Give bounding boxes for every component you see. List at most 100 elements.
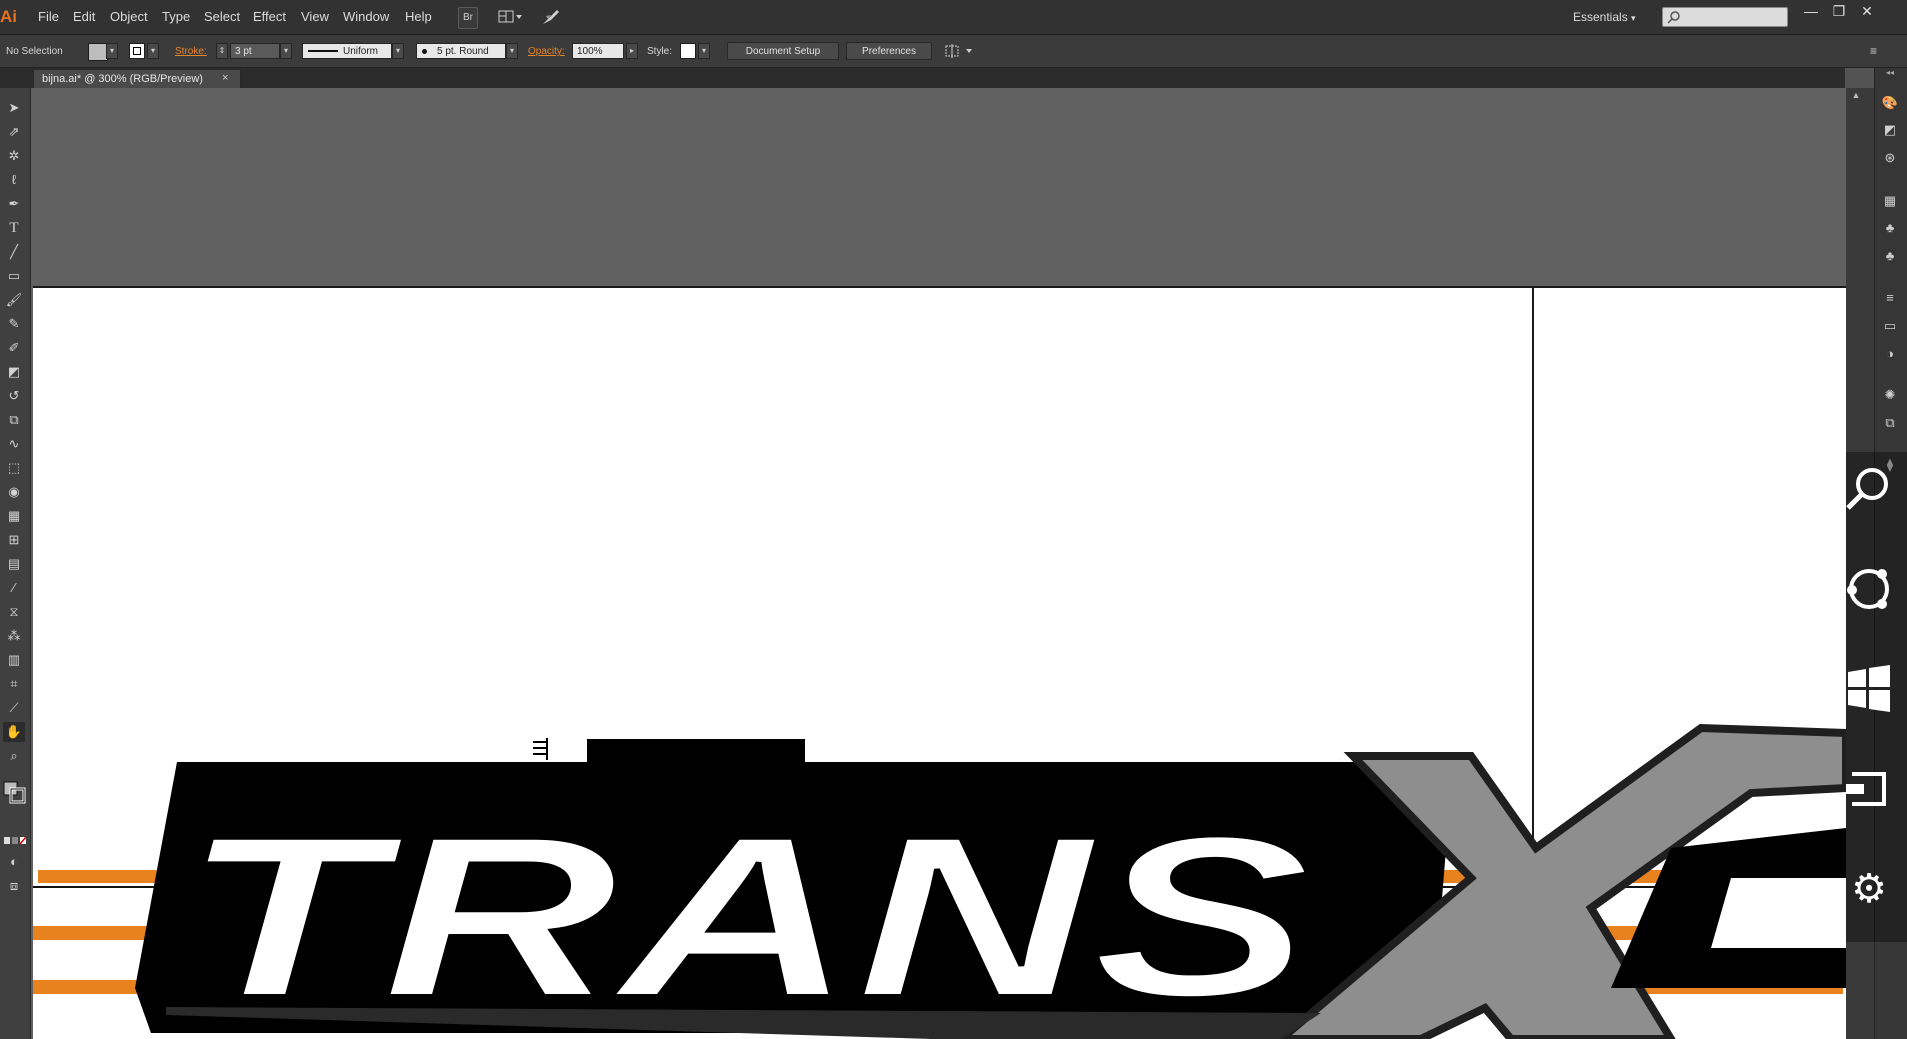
color-guide-icon[interactable]: ◩: [1877, 119, 1903, 141]
scroll-up-arrow[interactable]: ▲: [1850, 90, 1862, 100]
help-search-input[interactable]: [1662, 7, 1788, 27]
rotate-tool-icon[interactable]: ↺: [3, 386, 25, 406]
scale-tool-icon[interactable]: ⧉: [3, 410, 25, 430]
stroke-label[interactable]: Stroke:: [175, 46, 207, 57]
menu-type[interactable]: Type: [162, 9, 190, 24]
window-minimize-button[interactable]: —: [1799, 3, 1823, 19]
gradient-panel-icon[interactable]: ▭: [1877, 315, 1903, 337]
drawing-mode-icon[interactable]: ◐: [3, 852, 25, 872]
line-segment-tool-icon[interactable]: ╱: [3, 242, 25, 262]
menu-window[interactable]: Window: [343, 9, 389, 24]
color-mode-buttons[interactable]: [3, 836, 27, 846]
start-charm-icon[interactable]: [1842, 662, 1896, 716]
appearance-panel-icon[interactable]: ✺: [1877, 384, 1903, 406]
align-options-button[interactable]: [944, 43, 974, 59]
brush-definition-field[interactable]: 5 pt. Round: [416, 43, 506, 59]
dock-collapse-icon[interactable]: ◂◂: [1886, 68, 1900, 78]
stroke-profile-dropdown[interactable]: ▾: [392, 43, 404, 59]
brushes-icon[interactable]: ♣: [1877, 217, 1903, 239]
lasso-tool-icon[interactable]: ℓ: [3, 170, 25, 190]
settings-charm-icon[interactable]: ⚙: [1842, 862, 1896, 916]
menu-effect[interactable]: Effect: [253, 9, 286, 24]
stroke-weight-stepper[interactable]: ⇕: [216, 43, 228, 59]
graphic-style-dropdown[interactable]: ▾: [698, 43, 710, 59]
paintbrush-tool-icon[interactable]: 🖌: [3, 290, 25, 310]
share-charm-icon[interactable]: [1842, 562, 1896, 616]
fill-swatch[interactable]: [88, 43, 108, 61]
arrange-documents-button[interactable]: [498, 7, 524, 27]
zoom-tool-icon[interactable]: ⌕: [3, 746, 25, 766]
transparency-panel-icon[interactable]: ◑: [1877, 343, 1903, 365]
search-charm-svg: [1846, 468, 1888, 510]
window-restore-button[interactable]: ❐: [1827, 3, 1851, 19]
menu-edit[interactable]: Edit: [73, 9, 95, 24]
canvas[interactable]: TRANS: [31, 88, 1846, 1039]
fill-stroke-widget[interactable]: [3, 778, 27, 804]
warp-tool-icon[interactable]: ∿: [3, 434, 25, 454]
preferences-button[interactable]: Preferences: [846, 42, 932, 60]
perspective-grid-tool-icon[interactable]: ▦: [3, 506, 25, 526]
rectangle-tool-icon[interactable]: ▭: [3, 266, 25, 286]
panel-menu-icon[interactable]: ≡: [1870, 44, 1886, 58]
stroke-profile-preview: [308, 50, 338, 52]
menu-help[interactable]: Help: [405, 9, 432, 24]
stroke-panel-icon[interactable]: ≡: [1877, 287, 1903, 309]
brush-dot-icon: [422, 49, 427, 54]
document-tab[interactable]: bijna.ai* @ 300% (RGB/Preview): [33, 69, 241, 88]
search-charm-icon[interactable]: [1842, 462, 1896, 516]
mesh-tool-icon[interactable]: ⊞: [3, 530, 25, 550]
blend-tool-icon[interactable]: ⧖: [3, 602, 25, 622]
artwork[interactable]: TRANS: [31, 88, 1846, 1039]
hand-tool-icon[interactable]: ✋: [3, 722, 25, 742]
stroke-weight-field[interactable]: 3 pt: [230, 43, 280, 59]
swatches-icon[interactable]: ▦: [1877, 190, 1903, 212]
chevron-down-icon: ▾: [1631, 13, 1636, 23]
menu-view[interactable]: View: [301, 9, 329, 24]
free-transform-tool-icon[interactable]: ⬚: [3, 458, 25, 478]
devices-charm-icon[interactable]: [1842, 762, 1896, 816]
artboard-tool-icon[interactable]: ⌗: [3, 674, 25, 694]
symbol-sprayer-tool-icon[interactable]: ⁂: [3, 626, 25, 646]
column-graph-tool-icon[interactable]: ▥: [3, 650, 25, 670]
selection-tool-icon[interactable]: ➤: [3, 98, 25, 118]
eyedropper-tool-icon[interactable]: ⁄: [3, 578, 25, 598]
window-close-button[interactable]: ✕: [1855, 3, 1879, 19]
fill-dropdown[interactable]: ▾: [106, 43, 118, 59]
color-panel-icon[interactable]: 🎨: [1877, 92, 1903, 114]
share-charm-svg: [1847, 569, 1889, 609]
opacity-field[interactable]: 100%: [572, 43, 624, 59]
document-tab-title: bijna.ai* @ 300% (RGB/Preview): [42, 73, 203, 85]
opacity-slider-button[interactable]: ▸: [626, 43, 638, 59]
bridge-button[interactable]: Br: [458, 7, 478, 29]
type-tool-icon[interactable]: T: [3, 218, 25, 238]
shape-builder-tool-icon[interactable]: ◉: [3, 482, 25, 502]
graphic-styles-icon[interactable]: ⧉: [1877, 412, 1903, 434]
tab-close-button[interactable]: ×: [222, 72, 228, 84]
eraser-tool-icon[interactable]: ◩: [3, 362, 25, 382]
menu-object[interactable]: Object: [110, 9, 148, 24]
document-setup-button[interactable]: Document Setup: [727, 42, 839, 60]
screen-mode-icon[interactable]: ⧈: [3, 876, 25, 896]
opacity-label[interactable]: Opacity:: [528, 46, 565, 57]
search-icon: [1667, 11, 1680, 24]
symbols-icon[interactable]: ♣: [1877, 245, 1903, 267]
graphic-style-swatch[interactable]: [680, 43, 696, 59]
brush-dropdown[interactable]: ▾: [506, 43, 518, 59]
kuler-icon[interactable]: ⊛: [1877, 147, 1903, 169]
stroke-weight-dropdown[interactable]: ▾: [280, 43, 292, 59]
slice-tool-icon[interactable]: ⟋: [3, 698, 25, 718]
style-label: Style:: [647, 46, 673, 57]
gradient-tool-icon[interactable]: ▤: [3, 554, 25, 574]
blob-brush-tool-icon[interactable]: ✐: [3, 338, 25, 358]
gpu-performance-button[interactable]: [540, 7, 562, 27]
menu-select[interactable]: Select: [204, 9, 240, 24]
direct-selection-tool-icon[interactable]: ⇗: [3, 122, 25, 142]
magic-wand-tool-icon[interactable]: ✲: [3, 146, 25, 166]
stroke-color-dropdown[interactable]: ▾: [147, 43, 159, 59]
stroke-swatch[interactable]: [129, 43, 145, 59]
menu-file[interactable]: File: [38, 9, 59, 24]
pencil-tool-icon[interactable]: ✎: [3, 314, 25, 334]
workspace-switcher[interactable]: Essentials ▾: [1573, 10, 1636, 24]
brush-value: 5 pt. Round: [437, 46, 489, 57]
pen-tool-icon[interactable]: ✒: [3, 194, 25, 214]
